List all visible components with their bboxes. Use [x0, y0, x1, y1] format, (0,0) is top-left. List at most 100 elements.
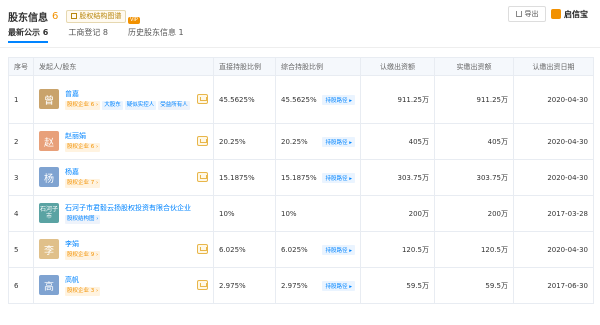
subscribed-amount: 405万	[360, 123, 435, 160]
holder-tag[interactable]: 疑似实控人	[124, 101, 157, 110]
row-index: 2	[8, 123, 34, 160]
direct-ratio: 6.025%	[213, 231, 276, 268]
export-label: 导出	[524, 10, 539, 18]
holder-cell: 李 李娟 股权企业 9 ›	[33, 231, 214, 268]
row-index: 1	[8, 75, 34, 124]
holding-path-link[interactable]: 持股路径 ▸	[322, 94, 355, 105]
direct-ratio: 10%	[213, 195, 276, 232]
table-row: 1 曾 曾嘉 股权企业 6 › 大股东 疑似实控人 受益所有人 45.5625% 45…	[8, 75, 594, 124]
paid-amount: 59.5万	[434, 267, 514, 304]
direct-ratio: 2.975%	[213, 267, 276, 304]
total-ratio: 20.25%	[281, 137, 308, 146]
tab-latest-label: 最新公示 6	[8, 28, 49, 37]
paid-amount: 911.25万	[434, 75, 514, 124]
col-subscribed: 认缴出资额	[360, 57, 435, 76]
holder-name-link[interactable]: 高帆	[65, 275, 193, 285]
table-row: 4 石河子市 石河子市君毅云扬股权投资有限合伙企业 股权结构图 › 10% 10…	[8, 195, 594, 232]
col-direct: 直接持股比例	[213, 57, 276, 76]
crown-icon[interactable]	[197, 94, 208, 104]
holder-name-link[interactable]: 李娟	[65, 239, 193, 249]
holder-tag[interactable]: 股权结构图 ›	[65, 215, 101, 224]
holder-name-link[interactable]: 石河子市君毅云扬股权投资有限合伙企业	[65, 203, 208, 213]
avatar: 曾	[39, 89, 59, 109]
tab-history[interactable]: VIP 历史股东信息 1	[128, 17, 184, 43]
table-header-row: 序号 发起人/股东 直接持股比例 综合持股比例 认缴出资额 实缴出资额 认缴出资…	[8, 57, 594, 76]
total-ratio: 2.975%	[281, 281, 308, 290]
tab-latest[interactable]: 最新公示 6	[8, 27, 49, 43]
holding-path-link[interactable]: 持股路径 ▸	[322, 280, 355, 291]
holding-path-link[interactable]: 持股路径 ▸	[322, 244, 355, 255]
holder-cell: 赵 赵丽娟 股权企业 6 ›	[33, 123, 214, 160]
tab-registration[interactable]: 工商登记 8	[68, 27, 108, 43]
holder-tag[interactable]: 股权企业 6 ›	[65, 143, 101, 152]
table-row: 3 杨 杨嘉 股权企业 7 › 15.1875% 15.1875% 持股路径 ▸ …	[8, 159, 594, 196]
holder-tag[interactable]: 股权企业 9 ›	[65, 251, 101, 260]
holder-tags: 股权企业 6 › 大股东 疑似实控人 受益所有人	[65, 101, 193, 110]
col-total: 综合持股比例	[275, 57, 361, 76]
holder-name-link[interactable]: 杨嘉	[65, 167, 193, 177]
col-index: 序号	[8, 57, 34, 76]
crown-icon[interactable]	[197, 172, 208, 182]
crown-icon[interactable]	[197, 244, 208, 254]
total-ratio-cell: 15.1875% 持股路径 ▸	[275, 159, 361, 196]
subscribed-date: 2020-04-30	[513, 75, 594, 124]
paid-amount: 120.5万	[434, 231, 514, 268]
export-button[interactable]: 导出	[508, 6, 546, 22]
total-ratio-cell: 20.25% 持股路径 ▸	[275, 123, 361, 160]
subscribed-amount: 303.75万	[360, 159, 435, 196]
holder-cell: 高 高帆 股权企业 3 ›	[33, 267, 214, 304]
holder-tag[interactable]: 股权企业 6 ›	[65, 101, 101, 110]
total-ratio: 10%	[281, 209, 297, 218]
col-paid: 实缴出资额	[434, 57, 514, 76]
subscribed-amount: 200万	[360, 195, 435, 232]
holder-cell: 杨 杨嘉 股权企业 7 ›	[33, 159, 214, 196]
paid-amount: 200万	[434, 195, 514, 232]
total-ratio-cell: 6.025% 持股路径 ▸	[275, 231, 361, 268]
tab-history-label: 历史股东信息 1	[128, 28, 184, 37]
holder-tag[interactable]: 股权企业 7 ›	[65, 179, 101, 188]
table-row: 6 高 高帆 股权企业 3 › 2.975% 2.975% 持股路径 ▸ 59.5…	[8, 267, 594, 304]
brand-logo: 启信宝	[551, 6, 588, 22]
shareholder-count: 6	[52, 10, 59, 22]
vip-badge: VIP	[128, 17, 140, 24]
row-index: 6	[8, 267, 34, 304]
avatar: 李	[39, 239, 59, 259]
col-date: 认缴出资日期	[513, 57, 594, 76]
tab-divider	[0, 47, 600, 48]
paid-amount: 303.75万	[434, 159, 514, 196]
holder-tag[interactable]: 股权企业 3 ›	[65, 287, 101, 296]
table-row: 2 赵 赵丽娟 股权企业 6 › 20.25% 20.25% 持股路径 ▸ 405…	[8, 123, 594, 160]
total-ratio-cell: 45.5625% 持股路径 ▸	[275, 75, 361, 124]
subscribed-date: 2020-04-30	[513, 231, 594, 268]
avatar: 赵	[39, 131, 59, 151]
holder-cell: 曾 曾嘉 股权企业 6 › 大股东 疑似实控人 受益所有人	[33, 75, 214, 124]
holder-tag[interactable]: 受益所有人	[158, 101, 190, 110]
structure-icon	[71, 13, 78, 19]
subscribed-date: 2020-04-30	[513, 123, 594, 160]
total-ratio-cell: 10%	[275, 195, 361, 232]
holder-name-link[interactable]: 曾嘉	[65, 89, 193, 99]
holder-tags: 股权结构图 ›	[65, 215, 208, 224]
subscribed-date: 2020-04-30	[513, 159, 594, 196]
row-index: 3	[8, 159, 34, 196]
equity-structure-button[interactable]: 股权结构图谱	[66, 9, 127, 23]
row-index: 5	[8, 231, 34, 268]
holder-name-link[interactable]: 赵丽娟	[65, 131, 193, 141]
avatar: 杨	[39, 167, 59, 187]
subscribed-amount: 120.5万	[360, 231, 435, 268]
paid-amount: 405万	[434, 123, 514, 160]
subscribed-amount: 911.25万	[360, 75, 435, 124]
crown-icon[interactable]	[197, 280, 208, 290]
holder-cell: 石河子市 石河子市君毅云扬股权投资有限合伙企业 股权结构图 ›	[33, 195, 214, 232]
tab-registration-label: 工商登记 8	[68, 28, 108, 37]
holder-tag[interactable]: 大股东	[102, 101, 123, 110]
total-ratio: 6.025%	[281, 245, 308, 254]
holder-tags: 股权企业 9 ›	[65, 251, 193, 260]
equity-structure-label: 股权结构图谱	[79, 12, 122, 20]
holding-path-link[interactable]: 持股路径 ▸	[322, 136, 355, 147]
direct-ratio: 45.5625%	[213, 75, 276, 124]
holding-path-link[interactable]: 持股路径 ▸	[322, 172, 355, 183]
brand-icon	[551, 9, 561, 19]
brand-name: 启信宝	[564, 9, 588, 19]
crown-icon[interactable]	[197, 136, 208, 146]
